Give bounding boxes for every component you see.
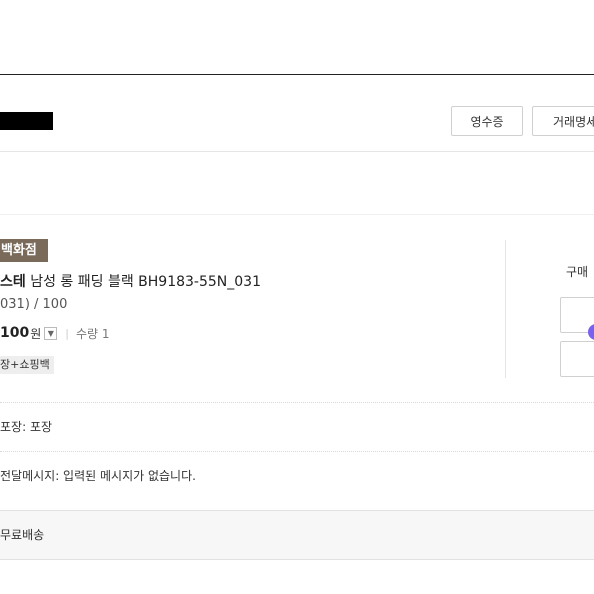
- product-title: 남성 롱 패딩 블랙 BH9183-55N_031: [25, 274, 261, 290]
- product-option: 031) / 100: [0, 297, 68, 312]
- chat-bubble-icon[interactable]: [588, 324, 594, 340]
- statement-button[interactable]: 거래명세: [532, 106, 594, 136]
- product-name[interactable]: 스테 남성 롱 패딩 블랙 BH9183-55N_031: [0, 271, 261, 291]
- top-divider: [0, 74, 594, 75]
- section-divider: [0, 214, 594, 215]
- redacted-order-number: [0, 112, 53, 130]
- delivery-message: 전달메시지: 입력된 메시지가 없습니다.: [0, 469, 196, 483]
- dotted-divider: [0, 402, 594, 403]
- delivery-band: [0, 510, 594, 560]
- price-row: 100 원 ▼ | 수량 1: [0, 324, 110, 342]
- delivery-fee-label: 무료배송: [0, 528, 45, 542]
- separator: |: [65, 326, 69, 340]
- chevron-down-icon[interactable]: ▼: [44, 326, 58, 340]
- quantity-label: 수량 1: [76, 326, 110, 341]
- vertical-divider: [505, 240, 506, 378]
- packaging-info: 포장: 포장: [0, 420, 53, 434]
- dotted-divider: [0, 451, 594, 452]
- header-divider: [0, 151, 594, 152]
- product-price: 100: [0, 325, 30, 341]
- store-badge: 백화점: [0, 239, 48, 262]
- side-action-button-2[interactable]: [560, 341, 594, 377]
- product-brand: 스테: [0, 274, 26, 290]
- purchase-label: 구매: [566, 265, 589, 279]
- gift-wrap-tag: 장+쇼핑백: [0, 356, 54, 374]
- currency-label: 원: [30, 326, 42, 341]
- receipt-button[interactable]: 영수증: [451, 106, 523, 136]
